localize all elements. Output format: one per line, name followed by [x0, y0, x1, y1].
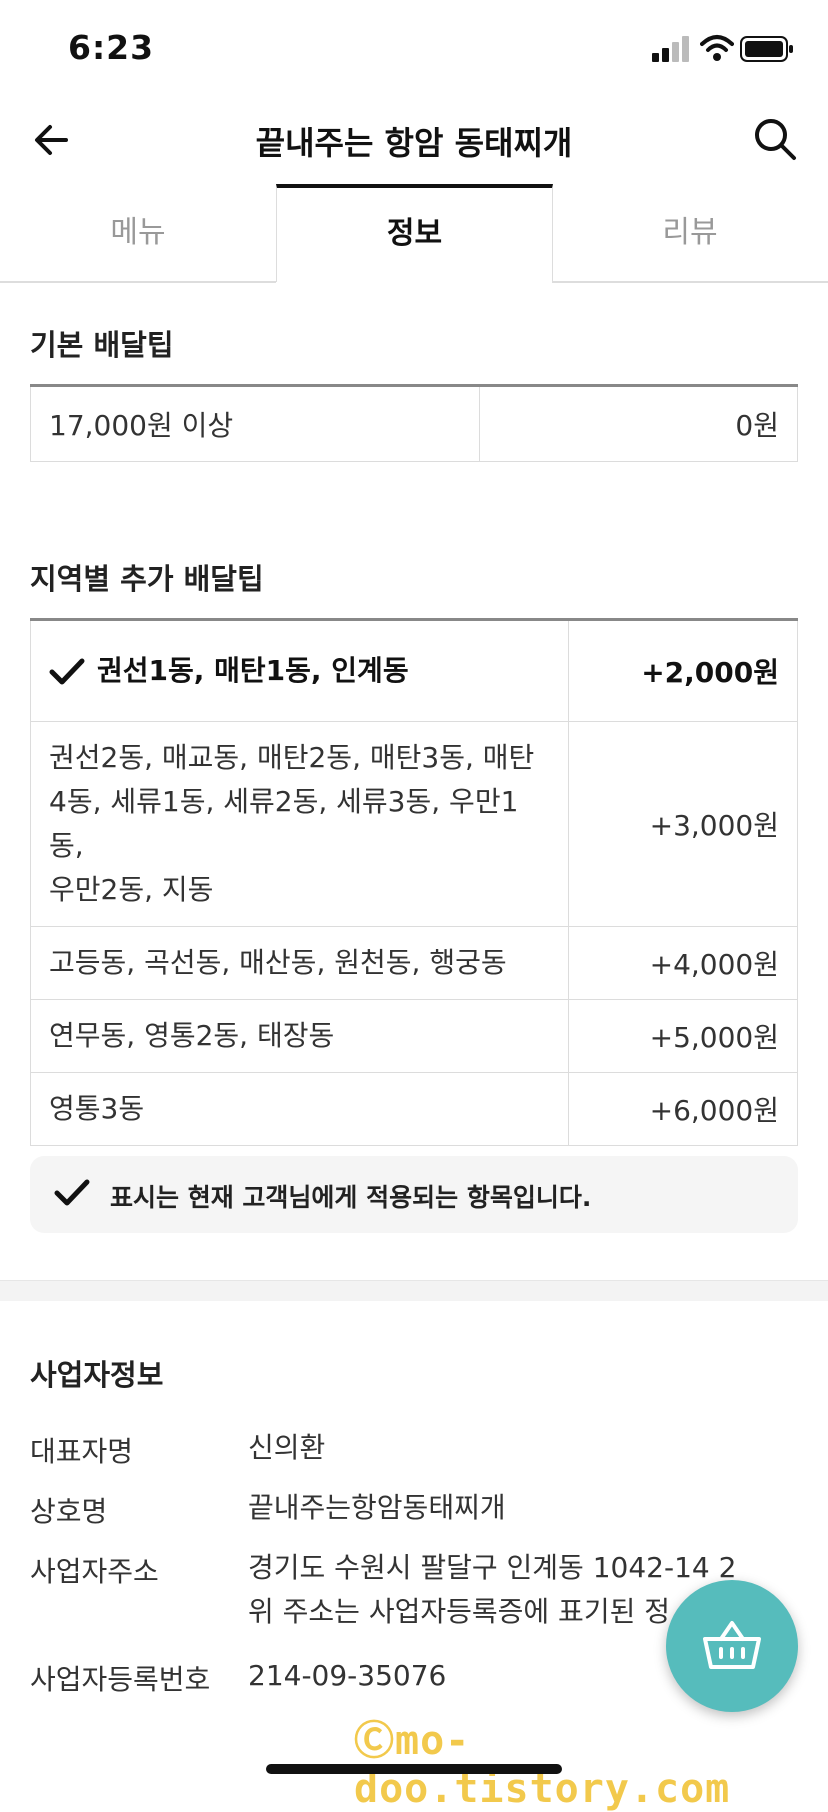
- basic-delivery-title: 기본 배달팁: [30, 328, 174, 362]
- page-title: 끝내주는 항암 동태찌개: [255, 124, 573, 162]
- address-label: 사업자주소: [30, 1555, 159, 1588]
- section-divider: [0, 1280, 828, 1301]
- status-time: 6:23: [68, 28, 155, 67]
- address-line: 경기도 수원시 팔달구 인계동 1042-14 2: [248, 1551, 737, 1584]
- company-value: 끝내주는항암동태찌개: [248, 1491, 506, 1524]
- wifi-icon: [700, 35, 734, 61]
- regional-delivery-table: 권선1동, 매탄1동, 인계동 +2,000원 권선2동, 매교동, 매탄2동,…: [29, 618, 798, 1146]
- tab-menu[interactable]: 메뉴: [0, 184, 276, 283]
- regional-delivery-title: 지역별 추가 배달팁: [30, 562, 264, 596]
- tab-bar: 메뉴 정보 리뷰: [0, 184, 828, 283]
- fee-cell: +4,000원: [568, 926, 798, 1000]
- table-row: 연무동, 영통2동, 태장동 +5,000원: [29, 999, 798, 1073]
- fee-cell: 0원: [479, 384, 798, 462]
- owner-label: 대표자명: [30, 1435, 134, 1468]
- table-row: 권선1동, 매탄1동, 인계동 +2,000원: [29, 618, 798, 722]
- address-line: 위 주소는 사업자등록증에 표기된 정: [248, 1595, 671, 1628]
- fee-cell: +6,000원: [568, 1072, 798, 1146]
- cart-button[interactable]: [666, 1580, 798, 1712]
- signal-icon: [652, 36, 689, 62]
- battery-icon: [740, 36, 793, 62]
- table-row: 고등동, 곡선동, 매산동, 원천동, 행궁동 +4,000원: [29, 926, 798, 1000]
- notice-text: 표시는 현재 고객님에게 적용되는 항목입니다.: [110, 1183, 592, 1212]
- area-cell: 영통3동: [29, 1072, 570, 1146]
- company-label: 상호명: [30, 1495, 108, 1528]
- area-names: 권선1동, 매탄1동, 인계동: [97, 654, 409, 687]
- basic-delivery-table: 17,000원 이상 0원: [30, 384, 798, 462]
- table-row: 영통3동 +6,000원: [29, 1072, 798, 1146]
- area-cell: 고등동, 곡선동, 매산동, 원천동, 행궁동: [29, 926, 570, 1000]
- area-cell: 연무동, 영통2동, 태장동: [29, 999, 570, 1073]
- basket-icon: [703, 1621, 761, 1669]
- fee-cell: +3,000원: [568, 721, 798, 927]
- check-icon: [49, 658, 85, 685]
- fee-cell: +2,000원: [568, 618, 798, 722]
- table-row: 17,000원 이상 0원: [30, 384, 798, 462]
- owner-value: 신의환: [248, 1431, 326, 1464]
- registration-label: 사업자등록번호: [30, 1663, 211, 1696]
- area-line: 권선2동, 매교동, 매탄2동, 매탄3동, 매탄: [49, 741, 535, 774]
- registration-value: 214-09-35076: [248, 1659, 447, 1692]
- area-cell: 권선2동, 매교동, 매탄2동, 매탄3동, 매탄 4동, 세류1동, 세류2동…: [29, 721, 570, 927]
- home-indicator[interactable]: [266, 1764, 562, 1774]
- watermark: Ⓒmo-doo.tistory.com: [354, 1718, 731, 1812]
- business-info-title: 사업자정보: [30, 1358, 164, 1392]
- min-order-cell: 17,000원 이상: [30, 384, 480, 462]
- fee-cell: +5,000원: [568, 999, 798, 1073]
- area-line: 4동, 세류1동, 세류2동, 세류3동, 우만1동,: [49, 785, 519, 862]
- tab-review[interactable]: 리뷰: [552, 184, 828, 283]
- area-line: 우만2동, 지동: [49, 873, 214, 906]
- tab-info[interactable]: 정보: [276, 184, 553, 282]
- notice-box: 표시는 현재 고객님에게 적용되는 항목입니다.: [30, 1156, 798, 1233]
- search-icon[interactable]: [752, 116, 798, 162]
- check-icon: [54, 1179, 90, 1206]
- address-value: 경기도 수원시 팔달구 인계동 1042-14 2 위 주소는 사업자등록증에 …: [248, 1546, 736, 1634]
- table-row: 권선2동, 매교동, 매탄2동, 매탄3동, 매탄 4동, 세류1동, 세류2동…: [29, 721, 798, 927]
- area-cell: 권선1동, 매탄1동, 인계동: [29, 618, 570, 722]
